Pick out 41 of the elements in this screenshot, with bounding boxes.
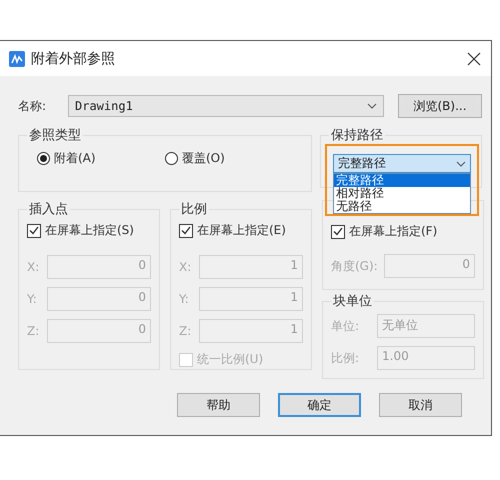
chevron-down-icon: [456, 160, 466, 166]
field-label: Z:: [179, 324, 192, 338]
close-icon[interactable]: [467, 52, 481, 66]
dropdown-option[interactable]: 完整路径: [334, 174, 470, 187]
dialog-button[interactable]: 帮助: [177, 393, 260, 417]
dialog-button[interactable]: 取消: [379, 393, 462, 417]
checkbox[interactable]: [179, 224, 193, 238]
chevron-down-icon: [367, 103, 377, 109]
group-title: 块单位: [332, 293, 373, 310]
checkbox[interactable]: [27, 224, 41, 238]
radio-label: 附着(A): [54, 150, 96, 167]
group-title: 比例: [180, 201, 208, 218]
radio-button[interactable]: [165, 152, 178, 165]
name-combo-box[interactable]: Drawing1: [68, 95, 384, 117]
field-label: 角度(G):: [331, 258, 378, 274]
field-label: Y:: [27, 292, 38, 306]
radio-button[interactable]: [37, 152, 50, 165]
checkbox-label: 在屏幕上指定(F): [349, 223, 438, 240]
group-title: 插入点: [28, 201, 69, 218]
radio-label: 覆盖(O): [182, 150, 225, 167]
checkbox-label: 统一比例(U): [197, 351, 264, 368]
checkmark-icon: [29, 226, 39, 235]
checkbox-label: 在屏幕上指定(S): [45, 222, 134, 239]
browse-button[interactable]: 浏览(B)...: [398, 94, 482, 118]
field-label: Y:: [179, 292, 190, 306]
field-label: 单位:: [331, 318, 360, 334]
field-label: 比例:: [331, 350, 360, 366]
dialog-button[interactable]: 确定: [278, 393, 361, 417]
name-label: 名称:: [18, 98, 48, 114]
group-title: 保持路径: [330, 127, 384, 144]
checkbox-label: 在屏幕上指定(E): [197, 222, 286, 239]
field-label: X:: [179, 260, 192, 274]
field-label: Z:: [27, 324, 40, 338]
app-logo-icon: [9, 50, 25, 66]
path-select[interactable]: 完整路径: [333, 154, 471, 173]
field-label: X:: [27, 260, 40, 274]
checkmark-icon: [333, 227, 343, 236]
group-title: 参照类型: [28, 127, 82, 144]
checkmark-icon: [181, 226, 191, 235]
window-title: 附着外部参照: [31, 50, 116, 68]
checkbox[interactable]: [331, 224, 345, 238]
